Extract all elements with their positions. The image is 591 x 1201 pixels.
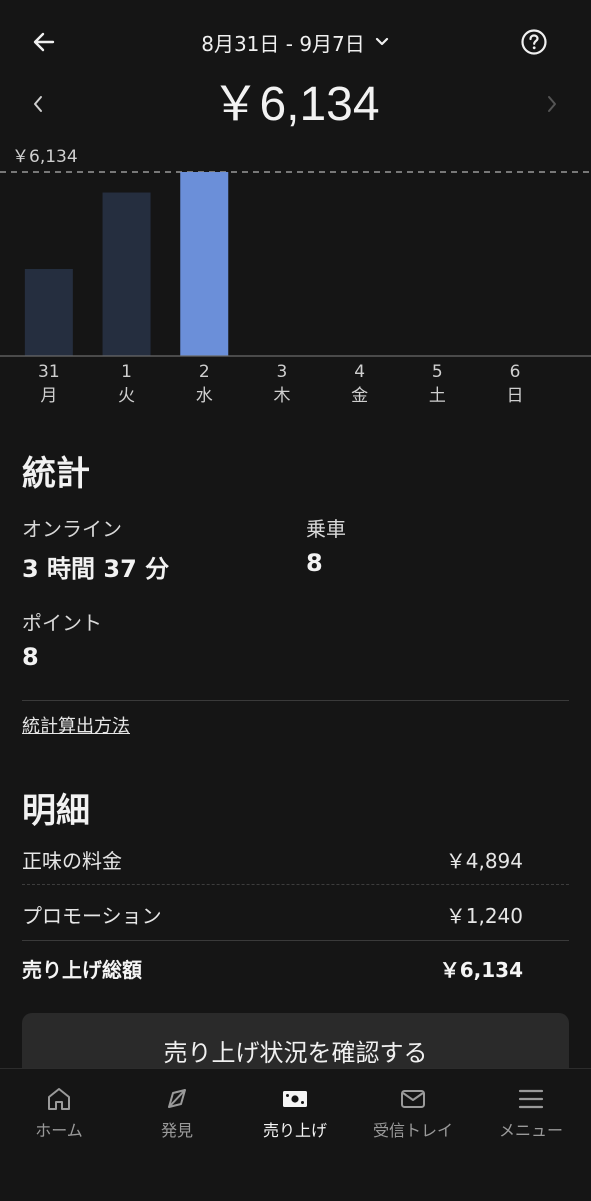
- chart-bar[interactable]: [180, 172, 229, 356]
- chart-x-tick-weekday: 日: [506, 386, 524, 406]
- breakdown-row-value: ￥1,240: [445, 904, 523, 928]
- stats-title: 統計: [22, 454, 90, 494]
- nav-label: ホーム: [35, 1121, 83, 1140]
- stats-divider: [22, 700, 569, 701]
- breakdown-row-label: プロモーション: [22, 904, 162, 928]
- help-button[interactable]: [512, 20, 556, 64]
- next-week-button[interactable]: [536, 86, 568, 122]
- prev-week-button[interactable]: [22, 86, 54, 122]
- online-value: 3 時間 37 分: [22, 555, 170, 583]
- breakdown-row-value: ￥4,894: [445, 849, 523, 873]
- arrow-left-icon: [33, 32, 55, 52]
- chart-x-tick-day: 6: [509, 362, 521, 382]
- chart-x-tick: 5土: [407, 360, 467, 408]
- online-label: オンライン: [22, 517, 122, 541]
- view-earnings-status-label: 売り上げ状況を確認する: [163, 1039, 428, 1067]
- back-button[interactable]: [22, 20, 66, 64]
- chart-x-tick: 6日: [485, 360, 545, 408]
- menu-icon: [518, 1089, 544, 1109]
- points-label: ポイント: [22, 611, 102, 635]
- chart-x-tick: 3木: [252, 360, 312, 408]
- breakdown-divider: [22, 884, 569, 885]
- chart-x-tick-day: 5: [431, 362, 443, 382]
- nav-item-earnings[interactable]: 売り上げ: [236, 1083, 354, 1153]
- nav-label: メニュー: [498, 1121, 563, 1140]
- chart-x-tick: 31 月: [19, 360, 79, 408]
- chart-x-tick-weekday: 月: [40, 386, 58, 406]
- chart-x-tick-day: 31: [38, 362, 60, 382]
- compass-icon: [168, 1089, 186, 1108]
- chart-bar[interactable]: [24, 269, 73, 356]
- breakdown-total-label: 売り上げ総額: [22, 958, 142, 982]
- total-earnings: ￥6,134: [211, 78, 380, 131]
- stats-method-link[interactable]: 統計算出方法: [22, 712, 130, 738]
- chart-x-tick-day: 4: [354, 362, 366, 382]
- chart-x-tick-day: 3: [276, 362, 288, 382]
- chart-x-tick: 4金: [330, 360, 390, 408]
- chart-x-tick-weekday: 土: [428, 386, 446, 406]
- chart-x-tick-day: 1: [121, 362, 132, 382]
- nav-label: 売り上げ: [262, 1121, 327, 1140]
- chart-x-tick-weekday: 水: [195, 386, 213, 406]
- chart-x-tick-weekday: 火: [118, 386, 136, 406]
- chart-bar[interactable]: [102, 192, 151, 356]
- points-value: 8: [22, 643, 39, 671]
- chevron-right-icon: [548, 96, 556, 112]
- breakdown-title: 明細: [22, 791, 90, 831]
- nav-item-inbox[interactable]: 受信トレイ: [354, 1083, 472, 1153]
- question-circle-icon: [521, 29, 547, 55]
- home-icon: [48, 1088, 70, 1110]
- bottom-nav: ホーム 発見 売り上げ 受信トレイ メニュー: [0, 1068, 591, 1201]
- nav-item-home[interactable]: ホーム: [0, 1083, 118, 1153]
- mail-icon: [401, 1090, 425, 1108]
- nav-label: 発見: [160, 1121, 193, 1140]
- breakdown-total-value: ￥6,134: [439, 958, 523, 982]
- rides-value: 8: [306, 549, 323, 577]
- chart-x-tick-weekday: 金: [351, 386, 369, 406]
- chart-x-tick: 1火: [97, 360, 157, 408]
- nav-item-menu[interactable]: メニュー: [472, 1083, 590, 1153]
- chart-x-tick: 2水: [174, 360, 234, 408]
- nav-item-discover[interactable]: 発見: [118, 1083, 236, 1153]
- breakdown-row-label: 正味の料金: [22, 849, 122, 873]
- nav-label: 受信トレイ: [372, 1121, 453, 1140]
- earnings-bar-chart: [0, 171, 591, 357]
- date-range-label: 8月31日 - 9月7日: [201, 31, 365, 56]
- date-range-selector[interactable]: 8月31日 - 9月7日: [180, 24, 410, 60]
- chevron-down-icon: [375, 37, 388, 46]
- chevron-left-icon: [34, 96, 42, 112]
- breakdown-divider: [22, 940, 569, 941]
- chart-x-tick-weekday: 木: [273, 386, 291, 406]
- rides-label: 乗車: [306, 517, 346, 541]
- earnings-icon: [283, 1091, 307, 1107]
- chart-x-tick-day: 2: [198, 362, 210, 382]
